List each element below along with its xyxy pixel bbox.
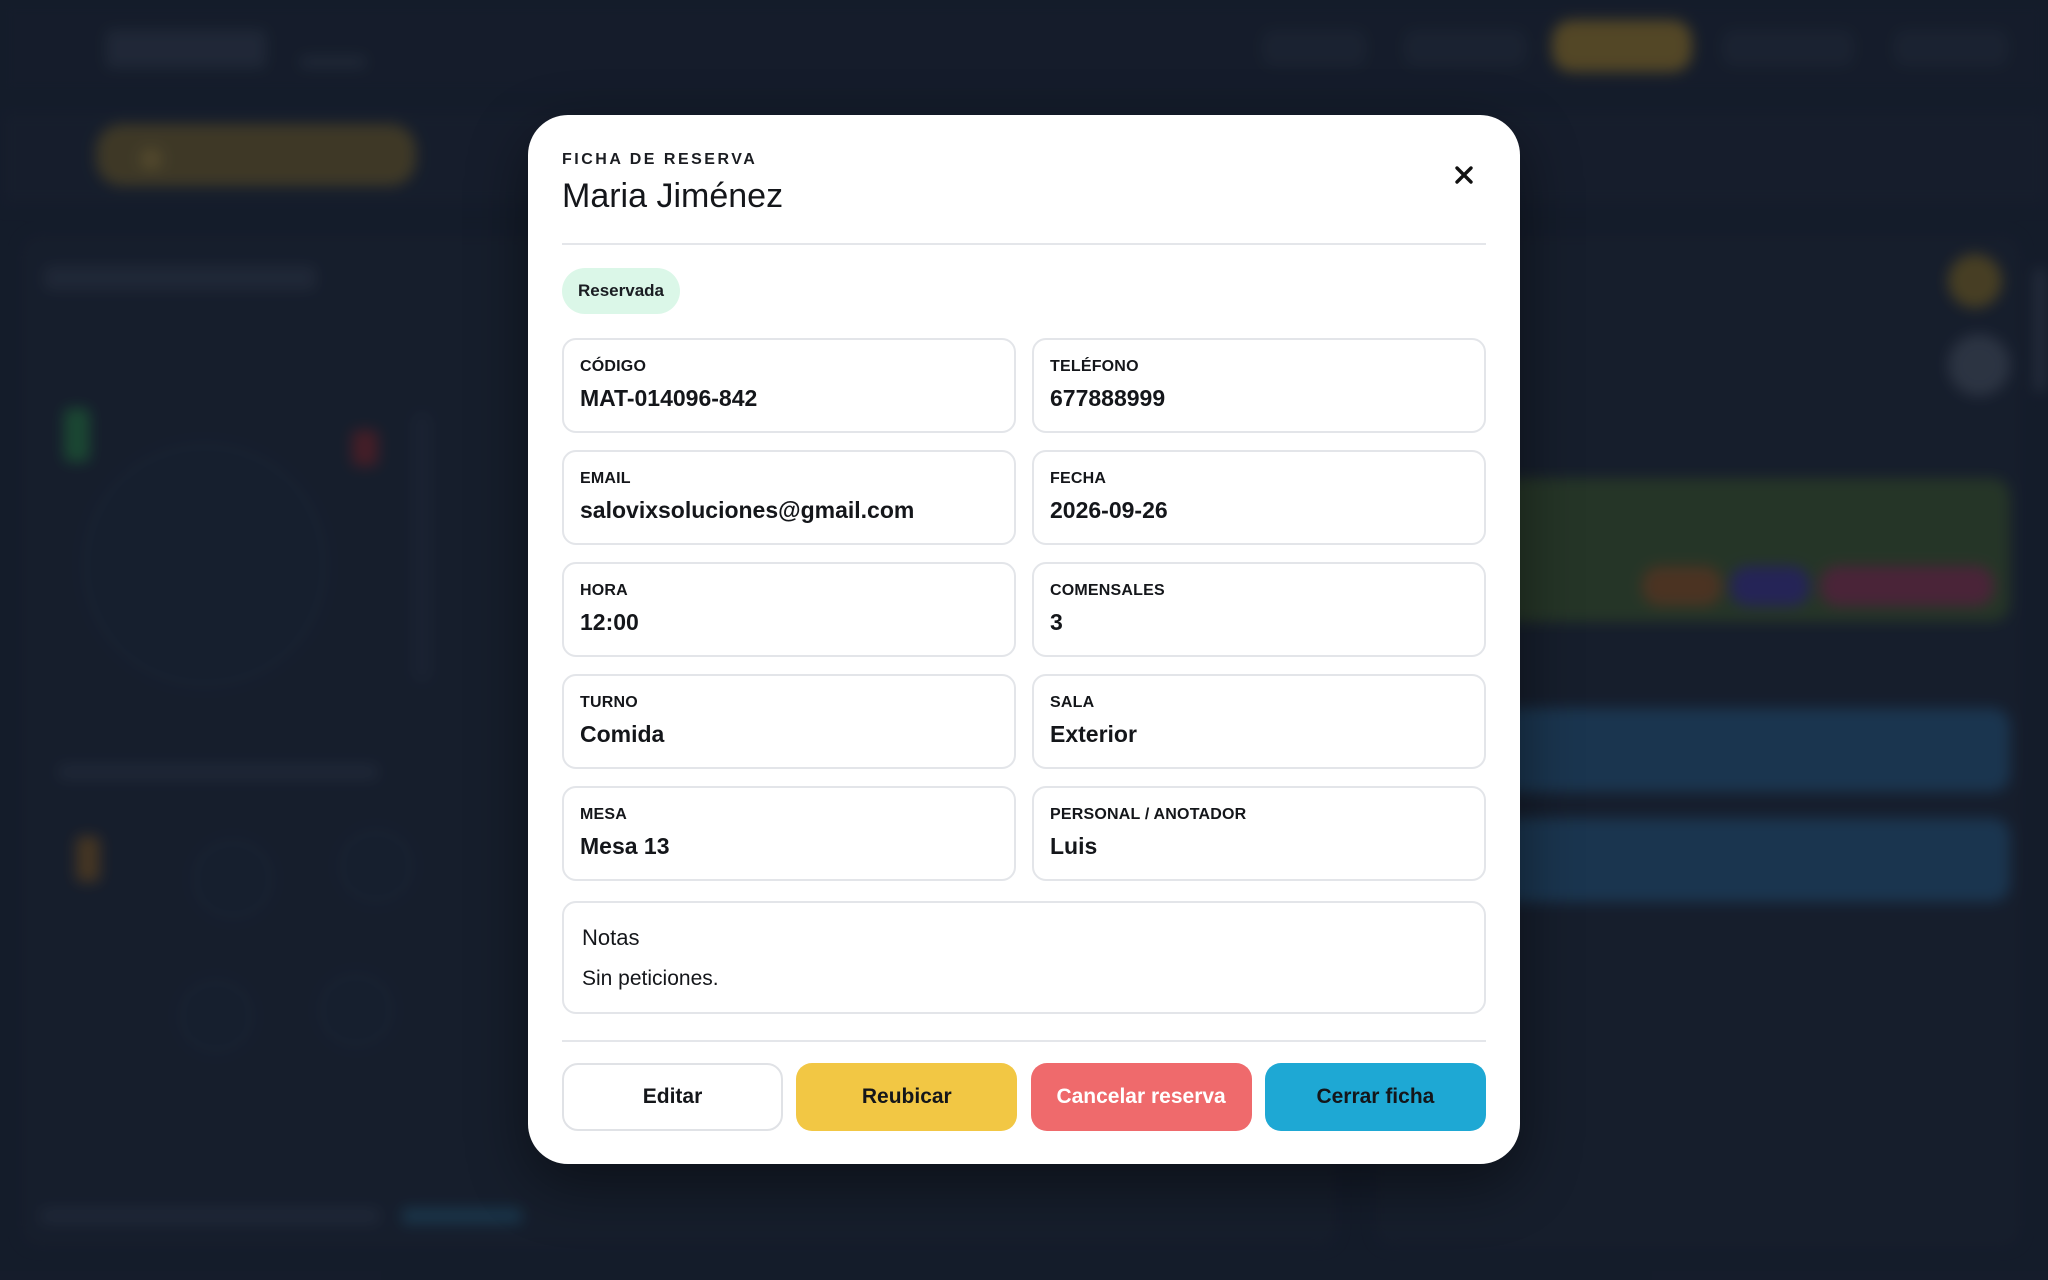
notes-title: Notas: [582, 925, 640, 950]
field-code: CÓDIGO MAT-014096-842: [562, 338, 1016, 433]
close-button[interactable]: [1446, 157, 1482, 193]
divider: [562, 1040, 1486, 1042]
field-shift: TURNO Comida: [562, 674, 1016, 769]
guest-name: Maria Jiménez: [562, 177, 784, 215]
field-value: Mesa 13: [580, 833, 670, 859]
modal-header: FICHA DE RESERVA Maria Jiménez: [562, 115, 1486, 245]
field-label: MESA: [580, 806, 628, 823]
reservation-modal: FICHA DE RESERVA Maria Jiménez Reservada…: [528, 115, 1520, 1164]
field-table: MESA Mesa 13: [562, 786, 1016, 881]
field-label: COMENSALES: [1050, 582, 1165, 599]
close-icon: [1455, 166, 1473, 184]
field-room: SALA Exterior: [1032, 674, 1486, 769]
field-label: SALA: [1050, 694, 1095, 711]
modal-eyebrow: FICHA DE RESERVA: [562, 151, 758, 168]
cancel-reservation-button[interactable]: Cancelar reserva: [1030, 1063, 1252, 1131]
field-phone: TELÉFONO 677888999: [1032, 338, 1486, 433]
field-value: 3: [1050, 609, 1063, 635]
edit-button[interactable]: Editar: [562, 1063, 783, 1131]
field-value: MAT-014096-842: [580, 385, 758, 411]
notes-box: Notas Sin peticiones.: [562, 901, 1486, 1014]
field-label: HORA: [580, 582, 628, 599]
field-value: salovixsoluciones@gmail.com: [580, 497, 915, 523]
field-value: 677888999: [1050, 385, 1166, 411]
field-value: 12:00: [580, 609, 639, 635]
field-time: HORA 12:00: [562, 562, 1016, 657]
close-sheet-button[interactable]: Cerrar ficha: [1264, 1063, 1486, 1131]
field-date: FECHA 2026-09-26: [1032, 450, 1486, 545]
field-label: TURNO: [580, 694, 638, 711]
field-label: EMAIL: [580, 470, 631, 487]
notes-text: Sin peticiones.: [582, 967, 719, 990]
modal-actions: Editar Reubicar Cancelar reserva Cerrar …: [562, 1063, 1486, 1131]
field-label: PERSONAL / ANOTADOR: [1050, 806, 1247, 823]
field-label: TELÉFONO: [1050, 358, 1139, 375]
reservation-fields: CÓDIGO MAT-014096-842 TELÉFONO 677888999…: [562, 338, 1486, 881]
field-email: EMAIL salovixsoluciones@gmail.com: [562, 450, 1016, 545]
relocate-button[interactable]: Reubicar: [796, 1063, 1018, 1131]
field-guests: COMENSALES 3: [1032, 562, 1486, 657]
field-staff: PERSONAL / ANOTADOR Luis: [1032, 786, 1486, 881]
field-value: 2026-09-26: [1050, 497, 1168, 523]
field-value: Luis: [1050, 833, 1098, 859]
field-label: FECHA: [1050, 470, 1107, 487]
field-value: Exterior: [1050, 721, 1137, 747]
field-label: CÓDIGO: [580, 358, 647, 375]
field-value: Comida: [580, 721, 665, 747]
status-badge: Reservada: [562, 268, 681, 314]
